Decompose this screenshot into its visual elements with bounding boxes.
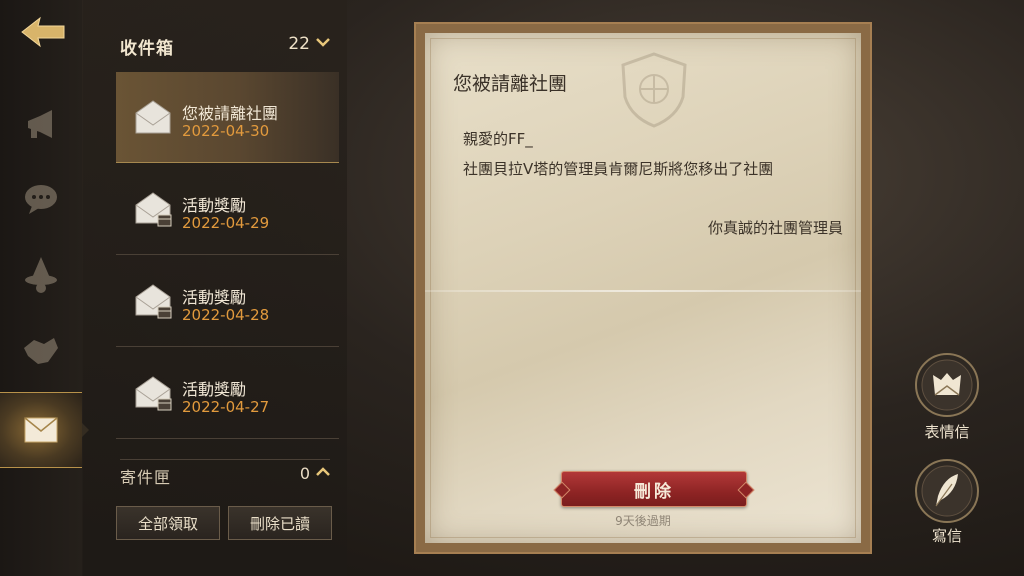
letter-frame: 您被請離社團 親愛的FF_ 社團貝拉V塔的管理員肯爾尼斯將您移出了社團 你真誠的… bbox=[414, 22, 872, 554]
inbox-header[interactable]: 收件箱 22 bbox=[120, 32, 330, 59]
mail-item[interactable]: 活動獎勵 2022-04-28 bbox=[116, 256, 339, 347]
letter-with-chest-icon bbox=[135, 284, 172, 319]
emoji-letter-label: 表情信 bbox=[924, 423, 970, 441]
letter-paper: 您被請離社團 親愛的FF_ 社團貝拉V塔的管理員肯爾尼斯將您移出了社團 你真誠的… bbox=[425, 33, 861, 543]
mail-date: 2022-04-27 bbox=[182, 398, 270, 416]
mail-title: 活動獎勵 bbox=[182, 288, 247, 307]
claim-all-button[interactable]: 全部領取 bbox=[116, 506, 220, 540]
letter-with-chest-icon bbox=[135, 376, 172, 411]
mail-title: 您被請離社團 bbox=[182, 104, 279, 123]
letter-signature: 你真誠的社團管理員 bbox=[707, 219, 843, 237]
outbox-count: 0 bbox=[299, 464, 310, 483]
megaphone-icon[interactable] bbox=[20, 104, 62, 146]
mail-item[interactable]: 活動獎勵 2022-04-29 bbox=[116, 164, 339, 255]
chevron-down-icon bbox=[316, 38, 330, 47]
nav-mail-active[interactable] bbox=[0, 392, 89, 468]
inbox-title: 收件箱 bbox=[120, 39, 174, 59]
mail-item[interactable]: 您被請離社團 2022-04-30 bbox=[116, 72, 339, 163]
delete-read-button[interactable]: 刪除已讀 bbox=[228, 506, 332, 540]
letter-title: 您被請離社團 bbox=[453, 73, 568, 95]
letter-with-chest-icon bbox=[135, 192, 172, 227]
handshake-icon[interactable] bbox=[20, 330, 62, 372]
mail-title: 活動獎勵 bbox=[182, 196, 247, 215]
inbox-count: 22 bbox=[288, 34, 310, 54]
mail-item[interactable]: 活動獎勵 2022-04-27 bbox=[116, 348, 339, 439]
outbox-title: 寄件匣 bbox=[120, 468, 172, 487]
open-letter-icon bbox=[135, 100, 171, 134]
expiry-text: 9天後過期 bbox=[615, 514, 671, 528]
mail-date: 2022-04-28 bbox=[182, 306, 270, 324]
outbox-header[interactable]: 寄件匣 0 bbox=[120, 459, 330, 487]
letter-greeting: 親愛的FF_ bbox=[463, 130, 533, 148]
back-arrow-icon[interactable] bbox=[18, 12, 68, 52]
wizard-hat-icon[interactable] bbox=[20, 254, 62, 296]
emoji-letter-button[interactable] bbox=[914, 352, 980, 418]
envelope-icon bbox=[24, 417, 58, 443]
mail-date: 2022-04-29 bbox=[182, 214, 270, 232]
write-letter-label: 寫信 bbox=[931, 527, 962, 545]
mail-title: 活動獎勵 bbox=[182, 380, 247, 399]
write-letter-button[interactable] bbox=[914, 458, 980, 524]
mail-list-panel: 收件箱 22 您被請離社團 2022-04-30 活動獎勵 2022-04-29 bbox=[82, 0, 347, 576]
letter-content: 社團貝拉V塔的管理員肯爾尼斯將您移出了社團 bbox=[463, 160, 774, 178]
delete-button[interactable]: 刪除 bbox=[561, 471, 747, 507]
delete-button-label: 刪除 bbox=[634, 481, 674, 502]
crest-watermark-icon bbox=[621, 52, 687, 128]
paper-fold bbox=[425, 290, 861, 292]
side-nav-rail bbox=[0, 0, 89, 576]
chevron-up-icon bbox=[316, 467, 330, 476]
mail-date: 2022-04-30 bbox=[182, 122, 270, 140]
chat-bubble-icon[interactable] bbox=[20, 178, 62, 220]
